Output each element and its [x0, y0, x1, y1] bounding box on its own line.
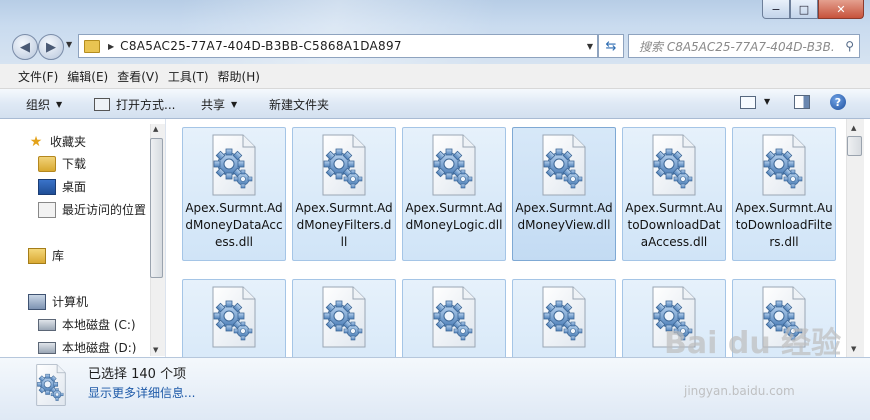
- recent-places-icon: [38, 201, 56, 218]
- file-name: Apex.Surmnt.AddMoneyLogic.dll: [405, 201, 503, 232]
- sidebar-item-favorites[interactable]: ★ 收藏夹: [28, 133, 86, 150]
- breadcrumb-chevron-icon[interactable]: ▶: [108, 42, 114, 51]
- file-name: Apex.Surmnt.AddMoneyFilters.dll: [295, 201, 393, 249]
- preview-pane-icon[interactable]: [794, 95, 810, 109]
- dll-file-icon: [322, 134, 366, 196]
- menu-edit[interactable]: 编辑(E): [67, 68, 117, 85]
- sidebar-label: 计算机: [52, 295, 89, 309]
- help-icon[interactable]: ?: [830, 94, 846, 110]
- menu-help[interactable]: 帮助(H): [218, 68, 269, 85]
- menu-bar: 文件(F) 编辑(E) 查看(V) 工具(T) 帮助(H): [0, 64, 870, 89]
- sidebar-label: 本地磁盘 (D:): [62, 341, 137, 355]
- dll-file-icon: [652, 134, 696, 196]
- watermark-brand: Bai du 经验: [664, 326, 842, 361]
- file-item[interactable]: [182, 279, 286, 357]
- back-button[interactable]: ◀: [12, 34, 38, 60]
- navigation-scrollbar-thumb[interactable]: [150, 138, 163, 278]
- file-item[interactable]: [402, 279, 506, 357]
- organize-button[interactable]: 组织 ▼: [26, 96, 62, 113]
- window-controls: − □ ✕: [762, 0, 864, 19]
- dll-file-icon: [762, 134, 806, 196]
- file-item[interactable]: [292, 279, 396, 357]
- close-button[interactable]: ✕: [818, 0, 864, 19]
- local-disk-icon: [38, 341, 56, 354]
- sidebar-item-computer[interactable]: 计算机: [28, 293, 88, 310]
- forward-button[interactable]: ▶: [38, 34, 64, 60]
- navigation-pane: ★ 收藏夹 下载 桌面 最近访问的位置 库 计算机 本地磁盘 (C:) 本地磁盘 …: [0, 119, 166, 357]
- dll-file-icon: [432, 134, 476, 196]
- open-with-icon: [94, 98, 110, 111]
- dll-file-icon: [432, 286, 476, 348]
- library-icon: [28, 247, 46, 264]
- folder-icon: [84, 39, 100, 53]
- dll-file-icon: [542, 286, 586, 348]
- scroll-up-icon[interactable]: ▲: [153, 125, 158, 133]
- dll-file-icon: [212, 134, 256, 196]
- sidebar-label: 本地磁盘 (C:): [62, 318, 136, 332]
- search-icon[interactable]: ⚲: [845, 39, 854, 53]
- share-label: 共享: [201, 98, 226, 112]
- dll-file-icon: [36, 364, 66, 406]
- maximize-button[interactable]: □: [790, 0, 818, 19]
- new-folder-button[interactable]: 新建文件夹: [269, 96, 329, 113]
- sidebar-label: 下载: [62, 157, 87, 171]
- address-path[interactable]: C8A5AC25-77A7-404D-B3BB-C5868A1DA897: [120, 39, 402, 53]
- view-dropdown-icon[interactable]: ▼: [764, 97, 770, 106]
- open-with-button[interactable]: 打开方式...: [94, 96, 175, 113]
- dll-file-icon: [322, 286, 366, 348]
- file-item[interactable]: Apex.Surmnt.AddMoneyLogic.dll: [402, 127, 506, 261]
- file-name: Apex.Surmnt.AutoDownloadFilters.dll: [735, 201, 833, 249]
- address-bar[interactable]: ▶ C8A5AC25-77A7-404D-B3BB-C5868A1DA897 ▼: [78, 34, 598, 58]
- scroll-up-icon[interactable]: ▲: [851, 124, 856, 132]
- minimize-button[interactable]: −: [762, 0, 790, 19]
- sidebar-label: 库: [52, 249, 65, 263]
- file-item[interactable]: Apex.Surmnt.AddMoneyDataAccess.dll: [182, 127, 286, 261]
- search-input[interactable]: 搜索 C8A5AC25-77A7-404D-B3B...: [639, 38, 835, 55]
- file-item[interactable]: Apex.Surmnt.AutoDownloadFilters.dll: [732, 127, 836, 261]
- organize-dropdown-icon: ▼: [56, 100, 63, 109]
- file-name: Apex.Surmnt.AddMoneyDataAccess.dll: [185, 201, 283, 249]
- star-icon: ★: [29, 133, 43, 150]
- share-dropdown-icon: ▼: [231, 100, 238, 109]
- sidebar-item-downloads[interactable]: 下载: [38, 155, 86, 172]
- menu-tools[interactable]: 工具(T): [168, 68, 218, 85]
- open-with-label: 打开方式...: [116, 98, 176, 112]
- sidebar-item-desktop[interactable]: 桌面: [38, 178, 86, 195]
- search-box[interactable]: 搜索 C8A5AC25-77A7-404D-B3B... ⚲: [628, 34, 860, 58]
- downloads-folder-icon: [38, 155, 56, 172]
- dll-file-icon: [212, 286, 256, 348]
- file-item[interactable]: [512, 279, 616, 357]
- share-button[interactable]: 共享 ▼: [201, 96, 237, 113]
- file-name: Apex.Surmnt.AddMoneyView.dll: [515, 201, 613, 232]
- menu-file[interactable]: 文件(F): [0, 68, 67, 85]
- watermark-url: jingyan.baidu.com: [684, 384, 795, 398]
- file-name: Apex.Surmnt.AutoDownloadDataAccess.dll: [625, 201, 723, 249]
- show-more-details-link[interactable]: 显示更多详细信息...: [88, 384, 195, 401]
- dll-file-icon: [542, 134, 586, 196]
- scroll-down-icon[interactable]: ▼: [153, 346, 158, 354]
- history-dropdown-icon[interactable]: ▼: [66, 40, 72, 49]
- desktop-icon: [38, 178, 56, 195]
- sidebar-item-libraries[interactable]: 库: [28, 247, 64, 264]
- scroll-down-icon[interactable]: ▼: [851, 345, 856, 353]
- sidebar-label: 最近访问的位置: [62, 203, 147, 217]
- sidebar-item-disk-c[interactable]: 本地磁盘 (C:): [38, 316, 136, 333]
- address-dropdown-icon[interactable]: ▼: [587, 42, 593, 51]
- new-folder-label: 新建文件夹: [269, 98, 330, 112]
- file-item[interactable]: Apex.Surmnt.AddMoneyFilters.dll: [292, 127, 396, 261]
- file-list-scrollbar-thumb[interactable]: [847, 136, 862, 156]
- sidebar-item-disk-d[interactable]: 本地磁盘 (D:): [38, 339, 136, 356]
- local-disk-icon: [38, 318, 56, 331]
- sidebar-item-recent[interactable]: 最近访问的位置: [38, 201, 146, 218]
- refresh-button[interactable]: ⇆: [598, 34, 624, 58]
- file-item[interactable]: Apex.Surmnt.AddMoneyView.dll: [512, 127, 616, 261]
- sidebar-label: 桌面: [62, 180, 87, 194]
- menu-view[interactable]: 查看(V): [117, 68, 168, 85]
- selection-count: 已选择 140 个项: [88, 367, 187, 382]
- file-item[interactable]: Apex.Surmnt.AutoDownloadDataAccess.dll: [622, 127, 726, 261]
- change-view-icon[interactable]: [740, 96, 756, 109]
- organize-label: 组织: [26, 98, 51, 112]
- sidebar-label: 收藏夹: [50, 135, 87, 149]
- computer-icon: [28, 293, 46, 310]
